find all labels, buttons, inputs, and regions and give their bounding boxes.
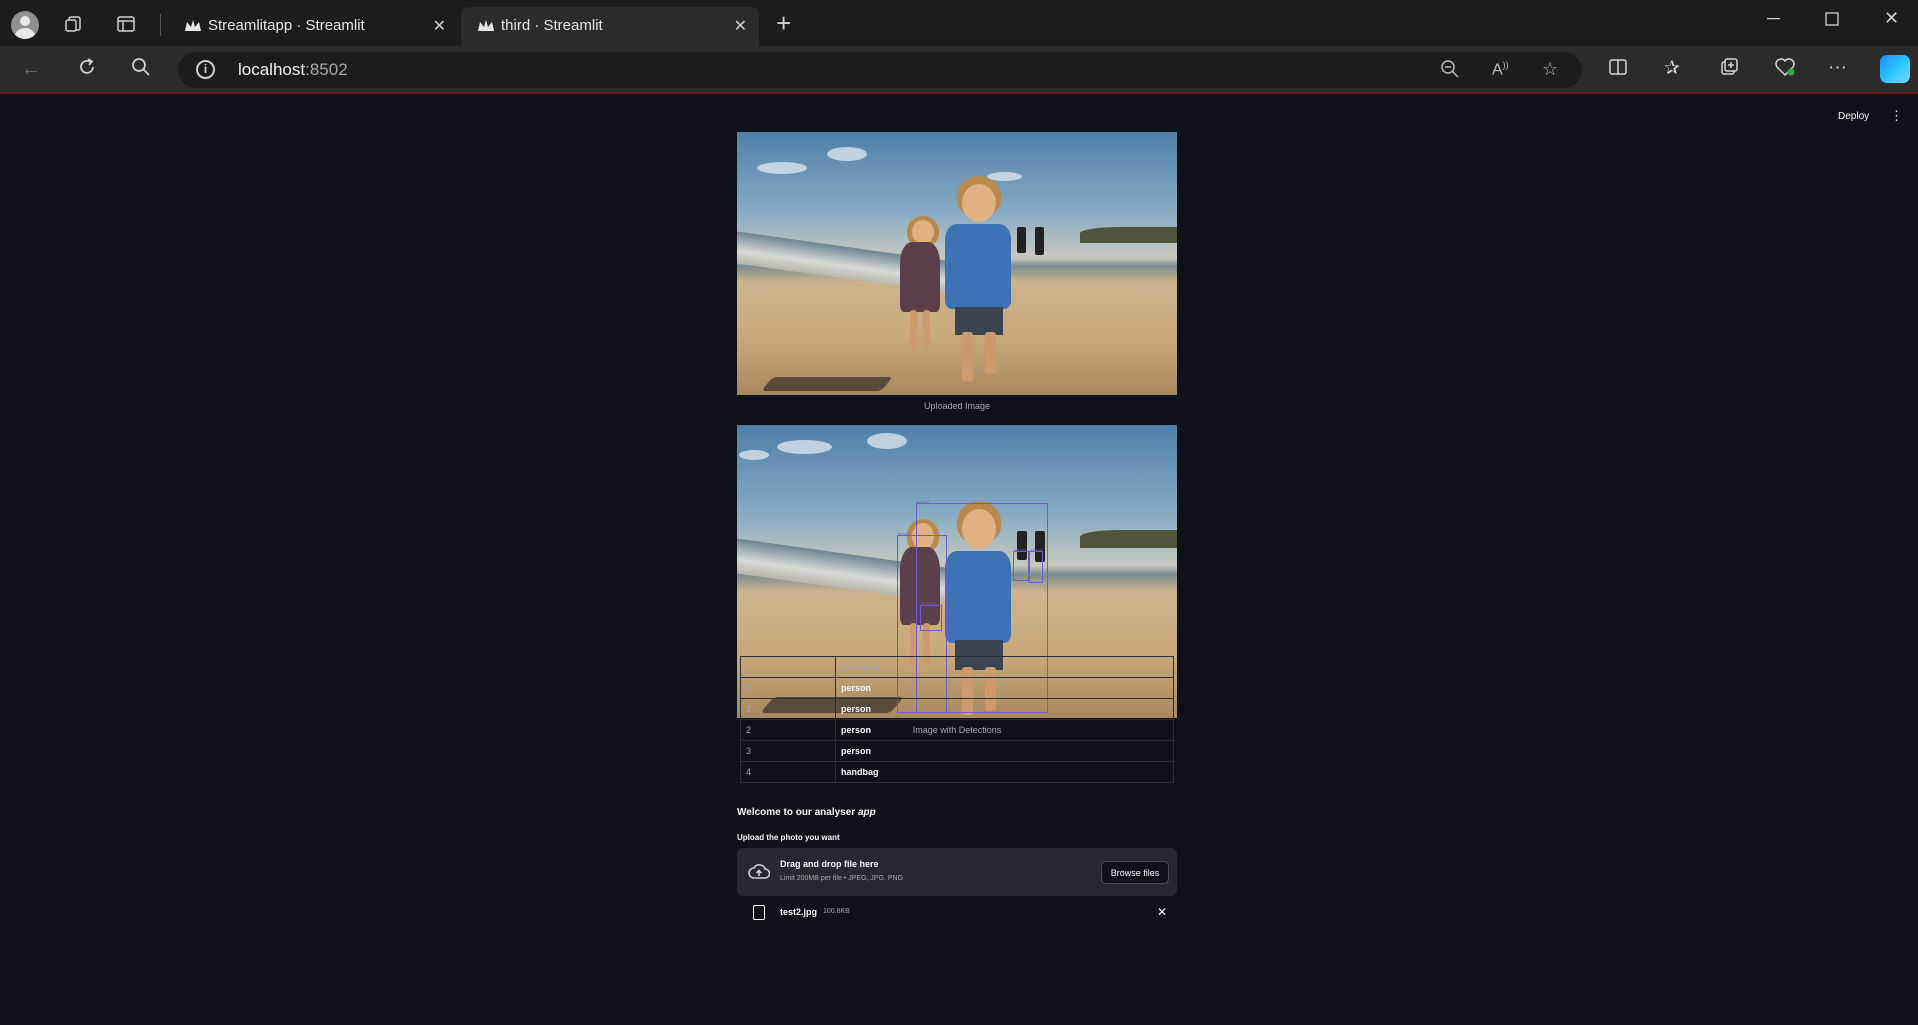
site-info-icon[interactable]: i [196,60,215,79]
dropzone-title: Drag and drop file here [780,859,879,869]
tab-title: Streamlitapp · Streamlit [208,17,365,34]
table-row[interactable]: 3 person [740,740,1174,762]
close-window-icon[interactable]: ✕ [1884,8,1899,29]
detections-table[interactable]: List Items 0 person 1 person 2 person 3 pers… [740,656,1174,783]
row-index: 2 [740,719,836,741]
refresh-icon[interactable] [76,56,98,84]
browser-essentials-icon[interactable] [1774,57,1796,83]
favorites-icon[interactable]: ✰ [1664,57,1680,80]
uploaded-file-row: test2.jpg 100.8KB ✕ [737,900,1177,924]
profile-avatar-icon[interactable] [11,11,39,39]
tab-divider [160,14,161,36]
read-aloud-icon[interactable]: A)) [1492,60,1509,79]
welcome-heading: Welcome to our analyser app [737,807,876,818]
table-row[interactable]: 4 handbag [740,761,1174,783]
row-index: 1 [740,698,836,720]
tab-streamlitapp[interactable]: Streamlitapp · Streamlit ✕ [168,7,458,46]
row-index: 3 [740,740,836,762]
uploaded-image [737,132,1177,395]
browser-tab-bar: Streamlitapp · Streamlit ✕ third · Strea… [0,0,1918,46]
index-header [740,656,836,678]
file-icon [753,905,765,920]
favorite-star-icon[interactable]: ☆ [1542,59,1558,80]
browser-toolbar: ← i localhost:8502 A)) ☆ ✰ ··· [0,46,1918,94]
close-tab-icon[interactable]: ✕ [734,16,747,36]
kebab-icon[interactable]: ⋮ [1890,108,1903,124]
more-options-icon[interactable]: ··· [1828,57,1847,79]
row-value: person [835,740,1174,762]
remove-file-icon[interactable]: ✕ [1157,905,1167,919]
tab-third[interactable]: third · Streamlit ✕ [461,7,759,46]
workspaces-icon[interactable] [63,13,85,35]
detection-box: handbag [920,601,942,631]
uploaded-image-caption: Uploaded Image [923,401,991,411]
minimize-icon[interactable]: ─ [1767,8,1780,29]
table-row[interactable]: 1 person [740,698,1174,720]
file-dropzone[interactable]: Drag and drop file here Limit 200MB per … [737,848,1177,896]
row-index: 0 [740,677,836,699]
file-size: 100.8KB [823,908,850,915]
collections-icon[interactable] [1719,57,1739,83]
back-arrow-icon[interactable]: ← [21,58,41,81]
streamlit-crown-icon [478,20,494,31]
row-value: person [835,719,1174,741]
copilot-icon[interactable] [1880,55,1910,83]
row-value: person [835,677,1174,699]
close-tab-icon[interactable]: ✕ [433,16,446,36]
tab-actions-icon[interactable] [115,13,137,35]
browse-files-button[interactable]: Browse files [1101,861,1169,884]
table-header-row: List Items [740,656,1174,678]
plus-icon[interactable]: + [776,10,791,36]
row-value: person [835,698,1174,720]
file-name: test2.jpg [780,907,818,917]
table-row[interactable]: 0 person [740,677,1174,699]
detection-box: person [1029,547,1043,583]
maximize-icon[interactable] [1825,10,1839,31]
deploy-button[interactable]: Deploy [1838,111,1869,122]
tab-title: third · Streamlit [501,17,603,34]
address-bar[interactable]: i localhost:8502 A)) ☆ [178,52,1582,88]
cloud-upload-icon [748,864,770,879]
split-screen-icon[interactable] [1608,57,1628,83]
row-index: 4 [740,761,836,783]
dropzone-limit: Limit 200MB per file • JPEG, JPG, PNG [780,875,904,882]
streamlit-crown-icon [185,20,201,31]
row-value: handbag [835,761,1174,783]
zoom-out-icon[interactable] [1440,59,1460,84]
search-icon[interactable] [131,57,151,83]
url-text: localhost:8502 [238,60,348,79]
column-header: List Items [835,656,1174,678]
table-row[interactable]: 2 person [740,719,1174,741]
detection-box: person [1013,547,1029,581]
upload-label: Upload the photo you want [737,833,840,842]
